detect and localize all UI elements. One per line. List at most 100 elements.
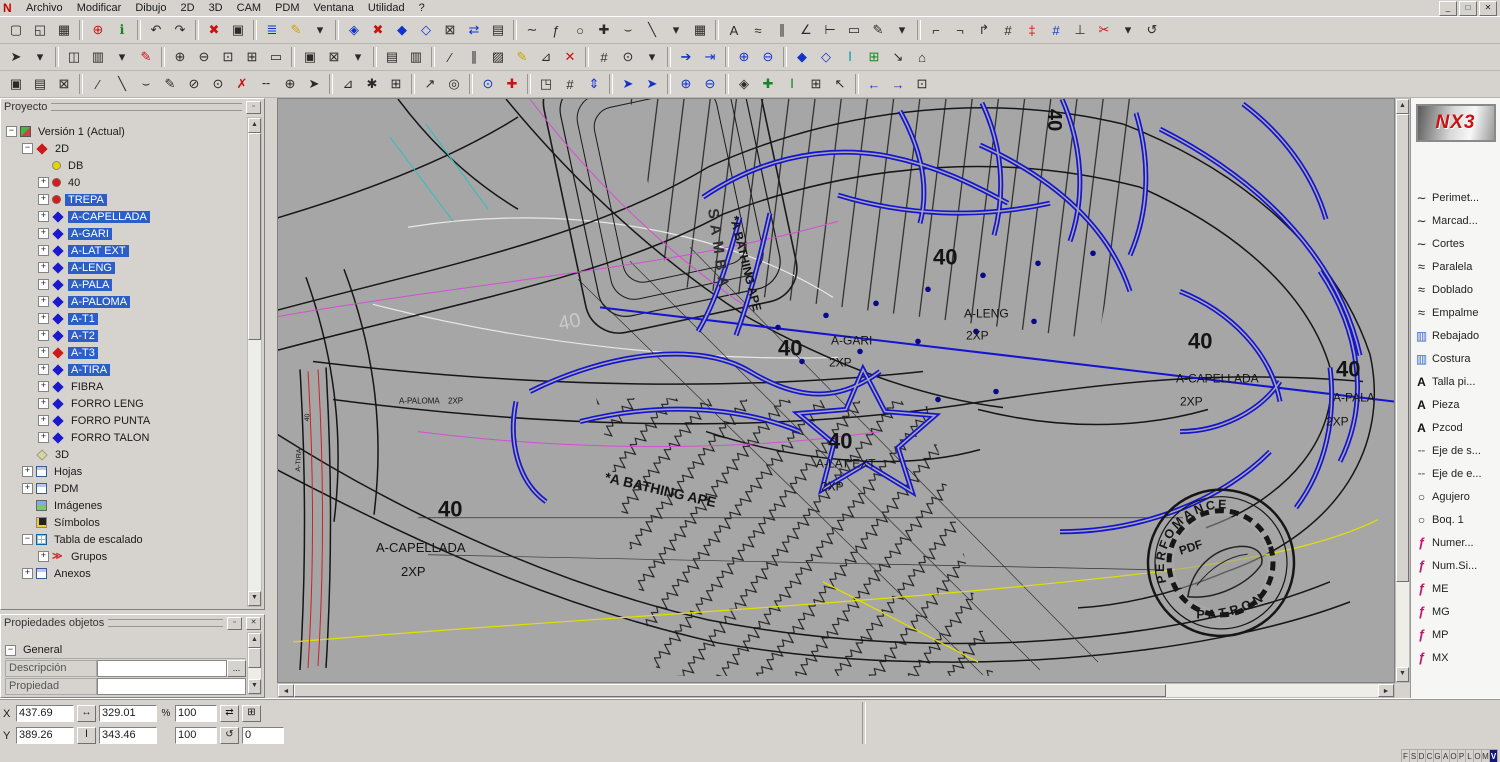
window-tool-button[interactable]: ◫ xyxy=(62,46,86,68)
center-options-button[interactable]: ▾ xyxy=(640,46,664,68)
properties-dock-button[interactable] xyxy=(227,616,242,630)
vertical-extent-icon[interactable]: Ⅰ xyxy=(77,727,96,744)
dimension-button[interactable]: ⊢ xyxy=(818,19,842,41)
maximize-button[interactable]: □ xyxy=(1459,0,1477,16)
menu-archivo[interactable]: Archivo xyxy=(19,1,70,15)
x-scale-field[interactable]: 100 xyxy=(175,705,217,722)
tree-expander[interactable]: + xyxy=(38,432,49,443)
menu-utilidad[interactable]: Utilidad xyxy=(361,1,412,15)
x-extent-field[interactable]: 329.01 xyxy=(99,705,157,722)
lock-view-button[interactable]: ⊡ xyxy=(910,73,934,95)
piece-close-button[interactable]: ⊠ xyxy=(438,19,462,41)
parallel-button[interactable]: ∥ xyxy=(770,19,794,41)
undo-button[interactable]: ↶ xyxy=(144,19,168,41)
scroll-thumb[interactable] xyxy=(294,684,1167,697)
wave-button[interactable]: ≈ xyxy=(746,19,770,41)
tree-expander[interactable]: + xyxy=(38,398,49,409)
layers-button[interactable]: ≣ xyxy=(260,19,284,41)
tree-item-3d[interactable]: 3D xyxy=(4,446,246,463)
delete-node-button[interactable]: ✗ xyxy=(230,73,254,95)
canvas-vertical-scrollbar[interactable] xyxy=(1395,98,1410,683)
text-button[interactable]: A xyxy=(722,19,746,41)
tree-expander[interactable]: + xyxy=(22,483,33,494)
publish-button[interactable]: ⊕ xyxy=(86,19,110,41)
tool-mp[interactable]: ƒ MP xyxy=(1411,623,1500,646)
rotate-icon[interactable]: ↺ xyxy=(220,727,239,744)
mode-letter-l-8[interactable]: L xyxy=(1466,749,1474,762)
line-options-button[interactable]: ▾ xyxy=(664,19,688,41)
layer-grid-button[interactable]: ▥ xyxy=(86,46,110,68)
tree-item-a-t2[interactable]: + A-T2 xyxy=(4,327,246,344)
concentric-button[interactable]: ⊙ xyxy=(206,73,230,95)
horizontal-extent-icon[interactable]: ↔ xyxy=(77,705,96,722)
scroll-down-button[interactable] xyxy=(248,679,261,694)
angle-field[interactable]: 0 xyxy=(242,727,284,744)
y-extent-field[interactable]: 343.46 xyxy=(99,727,157,744)
line-button[interactable]: ╲ xyxy=(640,19,664,41)
paste-button[interactable]: ▣ xyxy=(4,73,28,95)
mode-letter-f-0[interactable]: F xyxy=(1401,749,1410,762)
scroll-thumb[interactable] xyxy=(248,648,261,669)
panel-grid-button[interactable]: ⊞ xyxy=(804,73,828,95)
scroll-up-button[interactable] xyxy=(248,633,261,648)
grid-button[interactable]: ▦ xyxy=(688,19,712,41)
segment-a-button[interactable]: ∕ xyxy=(86,73,110,95)
grid-insert-button[interactable]: ⊞ xyxy=(384,73,408,95)
tree-expander[interactable]: + xyxy=(38,364,49,375)
clipboard-options-button[interactable]: ▾ xyxy=(346,46,370,68)
tool-empalme[interactable]: ≈ Empalme xyxy=(1411,301,1500,324)
tool-perimet[interactable]: ∼ Perimet... xyxy=(1411,186,1500,209)
tool-agujero[interactable]: ○ Agujero xyxy=(1411,485,1500,508)
erase-button[interactable]: ✕ xyxy=(558,46,582,68)
step-forward-button[interactable]: ➔ xyxy=(674,46,698,68)
vertical-fit-button[interactable]: ⇕ xyxy=(582,73,606,95)
tree-item-db[interactable]: DB xyxy=(4,157,246,174)
piece-delete-button[interactable]: ✖ xyxy=(366,19,390,41)
tree-item-a-gari[interactable]: + A-GARI xyxy=(4,225,246,242)
tree-item-trepa[interactable]: + TREPA xyxy=(4,191,246,208)
tree-item-a-paloma[interactable]: + A-PALOMA xyxy=(4,293,246,310)
tree-expander[interactable]: + xyxy=(38,194,49,205)
open-button[interactable]: ◱ xyxy=(28,19,52,41)
menu-modificar[interactable]: Modificar xyxy=(70,1,129,15)
project-tree-scrollbar[interactable] xyxy=(247,117,262,607)
mode-letter-g-4[interactable]: G xyxy=(1434,749,1442,762)
mode-letter-o-6[interactable]: O xyxy=(1450,749,1458,762)
tool-boq-1[interactable]: ○ Boq. 1 xyxy=(1411,508,1500,531)
angle-button[interactable]: ∠ xyxy=(794,19,818,41)
mode-letter-p-7[interactable]: P xyxy=(1458,749,1466,762)
clear-button[interactable]: ⊠ xyxy=(52,73,76,95)
delete-button[interactable]: ✖ xyxy=(202,19,226,41)
rotate-reset-button[interactable]: ↺ xyxy=(1140,19,1164,41)
grid-snap-icon[interactable]: ⊞ xyxy=(242,705,261,722)
menu-3d[interactable]: 3D xyxy=(202,1,230,15)
pen-options-button[interactable]: ▾ xyxy=(308,19,332,41)
play-next-button[interactable]: ➤ xyxy=(616,73,640,95)
zoom-in-button[interactable]: ⊕ xyxy=(168,46,192,68)
home-view-button[interactable]: ⌂ xyxy=(910,46,934,68)
menu-ventana[interactable]: Ventana xyxy=(307,1,361,15)
hash-blue-button[interactable]: # xyxy=(1044,19,1068,41)
blue-center-button[interactable]: ⊙ xyxy=(476,73,500,95)
offset-button[interactable]: ↱ xyxy=(972,19,996,41)
corner-button[interactable]: ⌐ xyxy=(924,19,948,41)
project-panel-dock-button[interactable] xyxy=(246,100,261,114)
sheet-button[interactable]: ▤ xyxy=(380,46,404,68)
properties-scrollbar[interactable] xyxy=(247,632,262,695)
menu-dibujo[interactable]: Dibujo xyxy=(128,1,173,15)
tree-expander[interactable]: − xyxy=(6,126,17,137)
mesh-button[interactable]: # xyxy=(592,46,616,68)
tool-pzcod[interactable]: A Pzcod xyxy=(1411,416,1500,439)
save-button[interactable]: ▦ xyxy=(52,19,76,41)
scroll-thumb[interactable] xyxy=(1396,114,1409,583)
zoom-out-button[interactable]: ⊖ xyxy=(192,46,216,68)
descripcion-more-button[interactable]: ... xyxy=(227,660,246,677)
scroll-down-button[interactable] xyxy=(1396,667,1409,682)
tree-expander[interactable]: + xyxy=(38,211,49,222)
beam-green-button[interactable]: Ⅰ xyxy=(780,73,804,95)
tree-item-a-capellada[interactable]: + A-CAPELLADA xyxy=(4,208,246,225)
edit-pen-button[interactable]: ✎ xyxy=(284,19,308,41)
point-button[interactable]: ✚ xyxy=(592,19,616,41)
copy-object-button[interactable]: ▣ xyxy=(298,46,322,68)
tool-rebajado[interactable]: ▥ Rebajado xyxy=(1411,324,1500,347)
